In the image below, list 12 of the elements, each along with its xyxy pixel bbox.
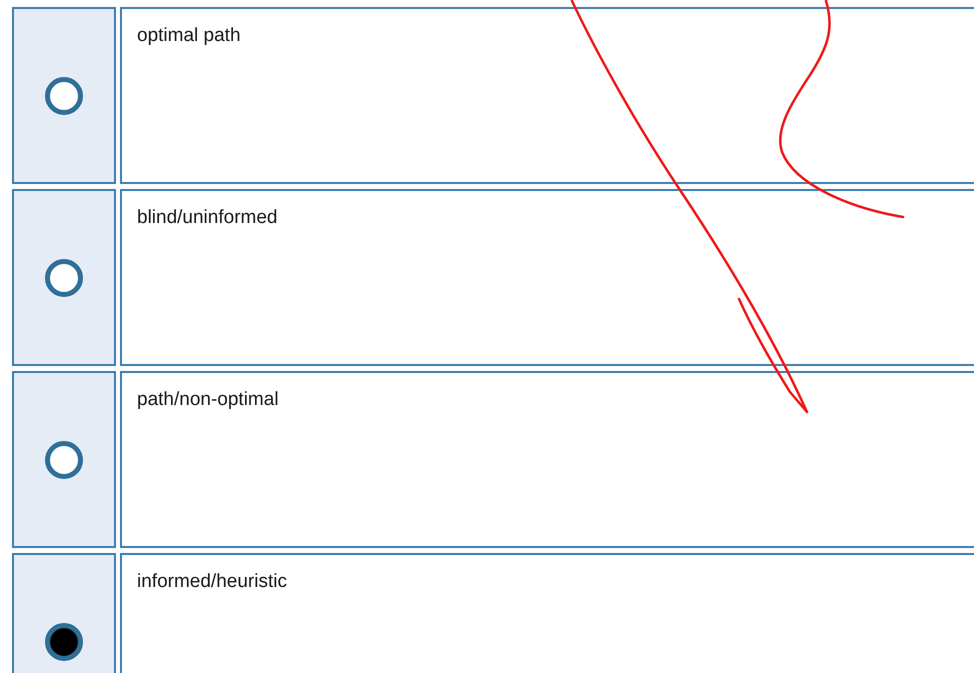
answer-text: optimal path bbox=[137, 25, 241, 46]
answer-option[interactable]: blind/uninformed bbox=[120, 189, 974, 366]
answer-option[interactable]: optimal path bbox=[120, 7, 974, 184]
radio-button[interactable] bbox=[45, 258, 83, 296]
radio-button[interactable] bbox=[45, 76, 83, 114]
answer-option[interactable]: informed/heuristic bbox=[120, 553, 974, 673]
answer-text: informed/heuristic bbox=[137, 571, 287, 592]
radio-button[interactable] bbox=[45, 622, 83, 660]
radio-button[interactable] bbox=[45, 440, 83, 478]
answer-text: blind/uninformed bbox=[137, 207, 278, 228]
answer-text: path/non-optimal bbox=[137, 389, 279, 410]
answer-option[interactable]: path/non-optimal bbox=[120, 371, 974, 548]
